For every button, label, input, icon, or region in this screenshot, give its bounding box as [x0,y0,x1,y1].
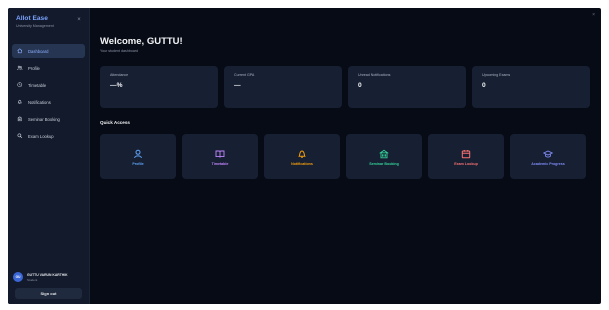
sign-out-button[interactable]: Sign out [15,288,82,299]
quick-access-label: Profile [132,162,144,166]
stat-value: —% [110,82,123,89]
sidebar-item-label: Profile [28,65,40,71]
stat-value: — [234,82,241,89]
book-icon [215,146,225,158]
search-icon [17,133,23,139]
brand-subtitle: University Management [16,24,54,28]
user-name: GUTTU VARUN KARTHIK [27,272,68,277]
sidebar-nav: Dashboard Profile Timetable Notification… [8,44,89,143]
bell-icon [297,146,307,158]
stat-card-attendance: Attendance —% [100,66,218,108]
brand-title: Allot Ease [16,15,48,22]
sidebar-item-label: Timetable [28,82,47,88]
bell-icon [17,99,23,105]
quick-access-label: Timetable [211,162,229,166]
main-content: × Welcome, GUTTU! Your student dashboard… [90,8,601,304]
user-icon [133,146,143,159]
close-icon[interactable]: × [592,12,595,18]
stat-label: Attendance [110,73,129,77]
building-icon [379,146,389,159]
quick-access-label: Notifications [291,162,313,166]
calendar-icon [461,146,471,159]
sidebar-item-timetable[interactable]: Timetable [12,78,85,92]
stat-label: Upcoming Exams [482,73,511,77]
quick-access-title: Quick Access [100,120,130,125]
quick-access-label: Exam Lookup [454,162,478,166]
app-window: Allot Ease University Management × Dashb… [8,8,601,304]
stat-label: Unread Notifications [358,73,391,77]
page-subtitle: Your student dashboard [100,49,139,53]
quick-access-seminar-booking[interactable]: Seminar Booking [346,134,422,179]
stat-label: Current GPA [234,73,255,77]
quick-access-label: Academic Progress [531,162,565,166]
building-icon [17,116,23,122]
home-icon [17,48,23,54]
user-profile[interactable]: GU GUTTU VARUN KARTHIK Student [13,272,68,282]
stat-value: 0 [358,82,362,89]
quick-access-academic-progress[interactable]: Academic Progress [510,134,586,179]
clock-icon [17,82,23,88]
user-role: Student [27,277,38,282]
sidebar-item-profile[interactable]: Profile [12,61,85,75]
sidebar-item-notifications[interactable]: Notifications [12,95,85,109]
sidebar-item-dashboard[interactable]: Dashboard [12,44,85,58]
quick-access-exam-lookup[interactable]: Exam Lookup [428,134,504,179]
quick-access-timetable[interactable]: Timetable [182,134,258,179]
sidebar-item-exam-lookup[interactable]: Exam Lookup [12,129,85,143]
quick-access-label: Seminar Booking [369,162,399,166]
page-title: Welcome, GUTTU! [100,36,183,47]
quick-access-notifications[interactable]: Notifications [264,134,340,179]
quick-access-grid: Profile Timetable Notifications Seminar … [100,134,590,179]
sidebar-item-label: Dashboard [28,48,49,54]
stats-row: Attendance —% Current GPA — Unread Notif… [100,66,590,108]
stat-card-upcoming-exams: Upcoming Exams 0 [472,66,590,108]
graduation-cap-icon [542,146,554,158]
users-icon [17,65,23,71]
avatar: GU [13,272,23,282]
sidebar-item-label: Notifications [28,99,51,105]
sidebar: Allot Ease University Management × Dashb… [8,8,90,304]
sidebar-item-seminar-booking[interactable]: Seminar Booking [12,112,85,126]
sidebar-item-label: Seminar Booking [28,116,60,122]
stat-card-current-gpa: Current GPA — [224,66,342,108]
sidebar-item-label: Exam Lookup [28,133,54,139]
stat-card-unread-notifications: Unread Notifications 0 [348,66,466,108]
quick-access-profile[interactable]: Profile [100,134,176,179]
close-sidebar-button[interactable]: × [75,16,83,24]
user-meta: GUTTU VARUN KARTHIK Student [27,273,68,282]
stat-value: 0 [482,82,486,89]
brand: Allot Ease University Management × [8,8,89,44]
